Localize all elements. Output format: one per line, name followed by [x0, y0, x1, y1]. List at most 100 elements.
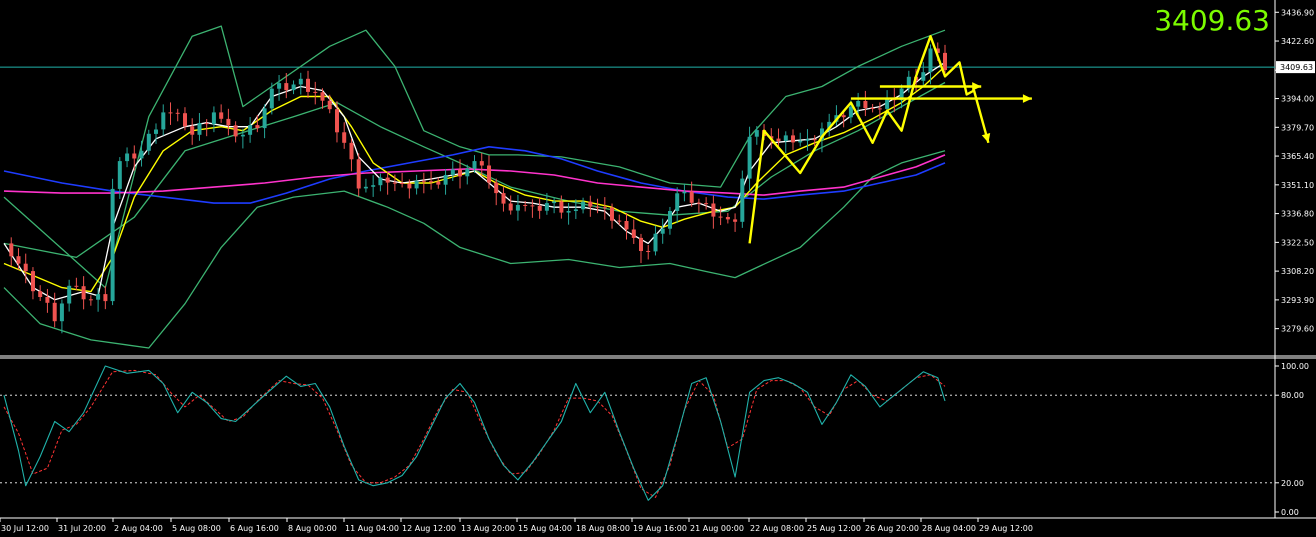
candle-body — [660, 228, 665, 234]
candle-body — [928, 48, 933, 73]
price-tick-label: 3279.60 — [1281, 325, 1314, 334]
candle-body — [733, 219, 738, 222]
candle-body — [943, 52, 947, 70]
candle-body — [125, 153, 130, 162]
candle-body — [639, 237, 643, 251]
candle-body — [146, 133, 151, 151]
time-tick-label: 22 Aug 08:00 — [750, 524, 804, 533]
candle-body — [16, 256, 21, 264]
candle-body — [255, 125, 260, 129]
current-price-tag-label: 3409.63 — [1280, 63, 1313, 72]
price-tick-label: 3365.40 — [1281, 152, 1314, 161]
candle-body — [631, 229, 636, 238]
candle-body — [168, 112, 173, 114]
candle-body — [530, 205, 535, 207]
candle-body — [595, 206, 600, 208]
price-tick-label: 3322.50 — [1281, 238, 1314, 247]
candle-body — [443, 175, 448, 185]
chart-background — [0, 0, 1316, 537]
candle-body — [856, 101, 861, 107]
candle-body — [67, 285, 72, 304]
candle-body — [139, 150, 144, 159]
price-tick-label: 3351.10 — [1281, 181, 1314, 190]
candle-body — [88, 299, 93, 301]
candle-body — [110, 188, 115, 302]
candle-body — [45, 297, 50, 303]
stoch-tick-label: 80.00 — [1281, 391, 1304, 400]
candle-body — [103, 294, 108, 302]
candle-body — [240, 134, 245, 137]
price-tick-label: 3379.70 — [1281, 123, 1314, 132]
candle-body — [226, 118, 231, 126]
candle-body — [284, 83, 289, 91]
candle-body — [363, 186, 368, 189]
price-tick-label: 3336.80 — [1281, 210, 1314, 219]
candle-body — [465, 168, 470, 177]
candle-body — [675, 193, 680, 211]
candle-body — [31, 271, 35, 292]
candle-body — [219, 112, 224, 119]
candle-body — [132, 153, 137, 159]
candle-body — [704, 203, 709, 205]
stoch-tick-label: 20.00 — [1281, 479, 1304, 488]
candle-body — [175, 112, 180, 114]
candle-body — [588, 201, 593, 207]
candle-body — [783, 135, 788, 141]
candle-body — [414, 180, 419, 189]
candle-body — [385, 177, 390, 183]
stoch-tick-label: 0.00 — [1281, 508, 1299, 517]
candle-body — [211, 112, 216, 125]
price-tick-label: 3293.90 — [1281, 296, 1314, 305]
candle-body — [624, 221, 629, 230]
candle-body — [38, 291, 43, 297]
candle-body — [870, 108, 875, 109]
candle-body — [356, 159, 361, 189]
time-tick-label: 31 Jul 20:00 — [58, 524, 106, 533]
candle-body — [74, 285, 79, 287]
time-tick-label: 15 Aug 04:00 — [518, 524, 572, 533]
candle-body — [233, 125, 238, 137]
time-tick-label: 13 Aug 20:00 — [461, 524, 515, 533]
candle-body — [183, 113, 187, 127]
time-tick-label: 18 Aug 08:00 — [576, 524, 630, 533]
candle-body — [725, 217, 730, 220]
candle-body — [747, 136, 752, 179]
time-tick-label: 5 Aug 08:00 — [172, 524, 221, 533]
candle-body — [458, 169, 462, 177]
candle-body — [197, 123, 202, 135]
candle-body — [378, 177, 383, 186]
price-chart[interactable]: 3436.903422.603408.103394.003379.703365.… — [0, 0, 1316, 537]
candle-body — [501, 193, 506, 204]
candle-body — [602, 207, 607, 209]
candle-body — [805, 139, 810, 141]
candle-body — [81, 286, 86, 300]
price-tick-label: 3422.60 — [1281, 37, 1314, 46]
price-tick-label: 3394.00 — [1281, 95, 1314, 104]
candle-body — [544, 203, 549, 211]
candle-body — [885, 98, 890, 109]
candle-body — [59, 303, 64, 322]
time-tick-label: 30 Jul 12:00 — [1, 524, 49, 533]
candle-body — [277, 83, 282, 89]
candle-body — [718, 216, 723, 218]
candle-body — [863, 101, 868, 108]
time-tick-label: 28 Aug 04:00 — [922, 524, 976, 533]
stoch-tick-label: 100.00 — [1281, 362, 1309, 371]
candle-body — [559, 201, 564, 213]
price-tick-label: 3308.20 — [1281, 267, 1314, 276]
time-tick-label: 8 Aug 00:00 — [288, 524, 337, 533]
candle-body — [371, 185, 376, 187]
candle-body — [494, 182, 499, 194]
time-tick-label: 29 Aug 12:00 — [979, 524, 1033, 533]
candle-body — [479, 161, 484, 166]
candle-body — [711, 203, 716, 217]
candle-body — [537, 205, 542, 211]
candle-body — [689, 191, 694, 203]
candle-body — [407, 183, 412, 189]
candle-body — [342, 132, 347, 143]
candle-body — [436, 181, 441, 185]
time-tick-label: 21 Aug 00:00 — [690, 524, 744, 533]
candle-body — [96, 294, 101, 300]
time-tick-label: 11 Aug 04:00 — [345, 524, 399, 533]
candle-body — [298, 78, 303, 85]
